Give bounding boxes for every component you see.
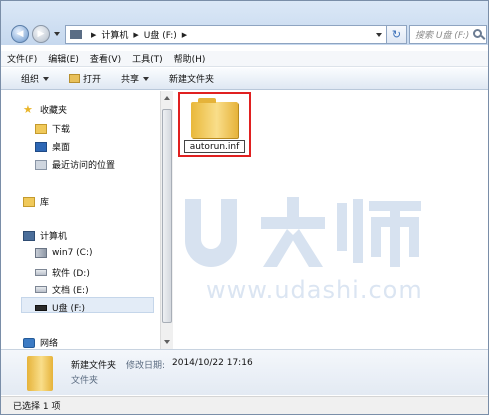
- sidebar-item-drive-e[interactable]: 文档 (E:): [35, 283, 89, 296]
- sidebar-item-label: 最近访问的位置: [52, 161, 116, 171]
- organize-button[interactable]: 组织: [21, 72, 50, 85]
- sidebar-item-drive-d[interactable]: 软件 (D:): [35, 266, 90, 279]
- details-item-name: 新建文件夹: [71, 361, 117, 371]
- library-icon: [23, 196, 35, 207]
- sidebar-item-label: U盘 (F:): [52, 304, 85, 314]
- breadcrumb-separator-icon[interactable]: ▶: [133, 31, 138, 39]
- file-item-autorun[interactable]: autorun.inf: [178, 92, 251, 157]
- breadcrumb-separator-icon[interactable]: ▶: [182, 31, 187, 39]
- search-icon[interactable]: [473, 29, 482, 38]
- explorer-window: ◀ ▶ ▶ 计算机 ▶ U盘 (F:) ▶ ↻ 搜索 U盘 (F:) 文件(F)…: [0, 0, 489, 415]
- sidebar-item-label: 下载: [52, 125, 71, 135]
- sidebar-item-computer[interactable]: 计算机: [23, 229, 67, 242]
- sidebar-item-libraries[interactable]: 库: [23, 195, 49, 208]
- menu-file[interactable]: 文件(F): [7, 52, 37, 65]
- system-drive-icon: [35, 248, 47, 258]
- menu-bar: 文件(F) 编辑(E) 查看(V) 工具(T) 帮助(H): [1, 51, 488, 67]
- organize-label: 组织: [21, 75, 40, 85]
- status-text: 已选择 1 项: [13, 402, 61, 412]
- location-icon: [70, 30, 82, 39]
- scroll-down-icon[interactable]: [164, 340, 170, 344]
- menu-edit[interactable]: 编辑(E): [48, 52, 79, 65]
- forward-button[interactable]: ▶: [32, 25, 50, 43]
- chevron-down-icon: [143, 76, 150, 81]
- usb-drive-icon: [35, 304, 47, 311]
- recent-places-icon: [35, 159, 47, 170]
- details-pane: 新建文件夹 修改日期: 2014/10/22 17:16 文件夹: [1, 349, 488, 395]
- search-input[interactable]: 搜索 U盘 (F:): [409, 25, 487, 44]
- new-folder-button[interactable]: 新建文件夹: [169, 72, 214, 85]
- sidebar-item-downloads[interactable]: 下载: [35, 122, 70, 135]
- hard-drive-icon: [35, 269, 47, 276]
- breadcrumb-usb-drive[interactable]: U盘 (F:): [144, 28, 177, 41]
- udashi-watermark-logo: [185, 197, 421, 267]
- open-folder-icon: [69, 74, 81, 83]
- file-name-rename-field[interactable]: autorun.inf: [184, 140, 245, 153]
- sidebar-item-label: 网络: [40, 339, 59, 349]
- hard-drive-icon: [35, 286, 47, 293]
- address-bar[interactable]: ▶ 计算机 ▶ U盘 (F:) ▶: [65, 25, 387, 44]
- computer-icon: [23, 230, 35, 241]
- sidebar-item-label: 计算机: [40, 232, 68, 242]
- details-item-type: 文件夹: [71, 376, 99, 386]
- folder-icon: [191, 98, 238, 138]
- breadcrumb-computer[interactable]: 计算机: [101, 28, 128, 41]
- share-button[interactable]: 共享: [121, 72, 150, 85]
- navigation-pane: ★ 收藏夹 下载 桌面 最近访问的位置 库 计算机 win7 (C:) 软件 (…: [1, 91, 160, 349]
- menu-tools[interactable]: 工具(T): [132, 52, 163, 65]
- sidebar-item-label: 库: [40, 198, 50, 208]
- network-icon: [23, 337, 35, 348]
- menu-help[interactable]: 帮助(H): [174, 52, 206, 65]
- share-label: 共享: [121, 75, 140, 85]
- star-icon: ★: [23, 102, 33, 116]
- sidebar-item-label: win7 (C:): [52, 248, 93, 258]
- new-folder-label: 新建文件夹: [169, 75, 215, 85]
- recent-pages-chevron-icon[interactable]: [54, 32, 60, 36]
- udashi-watermark-url: www.udashi.com: [206, 276, 423, 304]
- chevron-down-icon: [43, 76, 50, 81]
- details-modified-label: 修改日期:: [126, 361, 166, 371]
- sidebar-item-label: 桌面: [52, 143, 71, 153]
- sidebar-item-label: 软件 (D:): [52, 269, 90, 279]
- download-folder-icon: [35, 123, 47, 134]
- address-dropdown-icon[interactable]: [376, 33, 382, 37]
- sidebar-item-network[interactable]: 网络: [23, 336, 58, 349]
- folder-icon: [27, 356, 53, 391]
- sidebar-item-desktop[interactable]: 桌面: [35, 140, 70, 153]
- search-placeholder: 搜索 U盘 (F:): [415, 31, 470, 41]
- scroll-up-icon[interactable]: [164, 96, 170, 100]
- sidebar-item-label: 收藏夹: [40, 106, 68, 116]
- refresh-button[interactable]: ↻: [387, 25, 407, 44]
- details-modified-value: 2014/10/22 17:16: [172, 358, 253, 368]
- open-button[interactable]: 打开: [69, 72, 101, 85]
- sidebar-item-favorites[interactable]: ★ 收藏夹: [23, 102, 68, 117]
- open-label: 打开: [83, 75, 102, 85]
- back-button[interactable]: ◀: [11, 25, 29, 43]
- navigation-scrollbar[interactable]: [160, 91, 173, 349]
- sidebar-item-recent[interactable]: 最近访问的位置: [35, 158, 115, 171]
- desktop-icon: [35, 141, 47, 152]
- sidebar-item-label: 文档 (E:): [52, 286, 89, 296]
- address-row: ◀ ▶ ▶ 计算机 ▶ U盘 (F:) ▶ ↻ 搜索 U盘 (F:): [1, 1, 488, 45]
- breadcrumb-separator-icon[interactable]: ▶: [91, 31, 96, 39]
- command-bar: 组织 打开 共享 新建文件夹: [1, 68, 488, 90]
- sidebar-item-drive-f[interactable]: U盘 (F:): [35, 301, 85, 314]
- status-bar: 已选择 1 项: [1, 396, 488, 414]
- sidebar-item-drive-c[interactable]: win7 (C:): [35, 248, 93, 258]
- scroll-thumb[interactable]: [162, 109, 172, 323]
- menu-view[interactable]: 查看(V): [90, 52, 121, 65]
